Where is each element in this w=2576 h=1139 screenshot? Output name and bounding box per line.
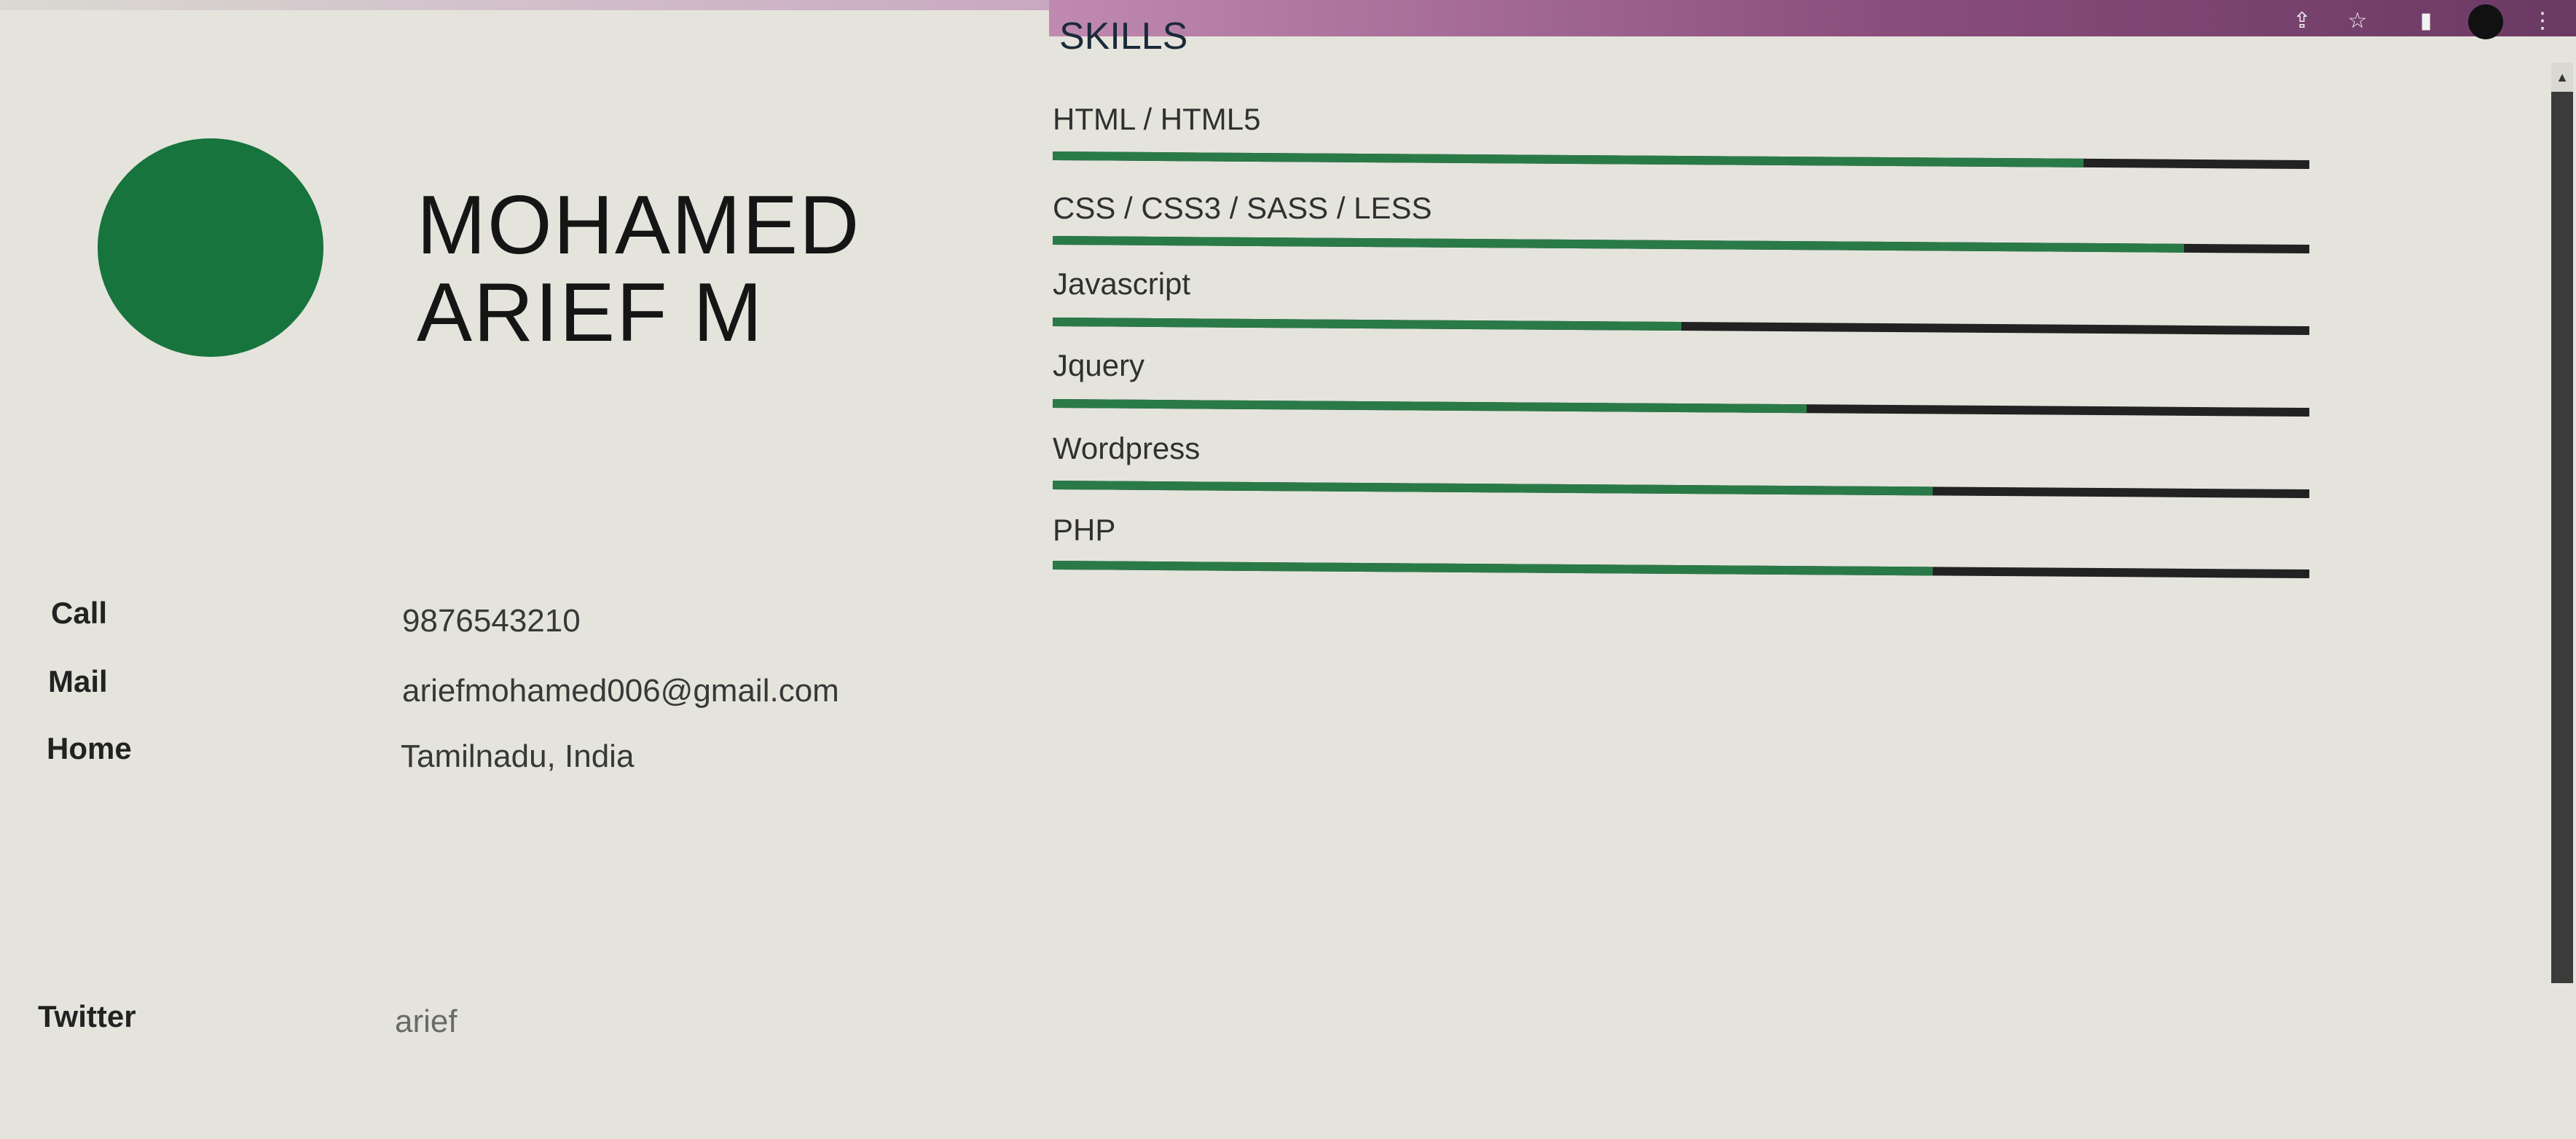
skill-label: Javascript bbox=[1053, 267, 1191, 301]
skill-php: PHP bbox=[1052, 513, 2313, 579]
skill-bar-track bbox=[1052, 481, 2309, 499]
skill-label: PHP bbox=[1053, 513, 1116, 547]
avatar bbox=[98, 138, 323, 357]
page-scrollbar[interactable] bbox=[2551, 66, 2573, 983]
profile-name: MOHAMED ARIEF M bbox=[417, 182, 860, 357]
skill-bar-track bbox=[1052, 399, 2309, 417]
scroll-up-arrow-icon[interactable]: ▲ bbox=[2551, 63, 2573, 92]
skill-label: CSS / CSS3 / SASS / LESS bbox=[1053, 191, 1432, 225]
browser-top-edge bbox=[0, 0, 1049, 10]
skill-bar-track bbox=[1052, 318, 2309, 336]
sidebar-icon[interactable]: ▮ bbox=[2411, 6, 2440, 35]
email-value[interactable]: ariefmohamed006@gmail.com bbox=[402, 673, 839, 709]
skill-label: HTML / HTML5 bbox=[1053, 102, 1261, 136]
first-name: MOHAMED bbox=[417, 179, 861, 272]
profile-avatar[interactable] bbox=[2468, 4, 2503, 39]
skill-bar-track bbox=[1052, 151, 2309, 170]
skill-bar-fill bbox=[1052, 481, 1933, 496]
skill-css: CSS / CSS3 / SASS / LESS bbox=[1052, 191, 2313, 254]
call-label: Call bbox=[51, 596, 108, 630]
skill-bar-fill bbox=[1052, 561, 1933, 576]
skill-bar-track bbox=[1052, 236, 2309, 254]
home-label: Home bbox=[47, 731, 132, 765]
skill-bar-track bbox=[1052, 561, 2309, 579]
home-value: Tamilnadu, India bbox=[401, 738, 635, 774]
skill-wordpress: Wordpress bbox=[1052, 431, 2313, 499]
skill-bar-fill bbox=[1052, 151, 2084, 168]
skill-bar-fill bbox=[1052, 318, 1681, 331]
skill-javascript: Javascript bbox=[1052, 267, 2313, 336]
skill-label: Wordpress bbox=[1053, 431, 1201, 465]
menu-icon[interactable]: ⋮ bbox=[2528, 6, 2557, 35]
last-name: ARIEF M bbox=[417, 267, 764, 359]
twitter-handle[interactable]: arief bbox=[395, 1004, 458, 1040]
skills-title: SKILLS bbox=[1059, 15, 1188, 58]
skill-label: Jquery bbox=[1053, 348, 1145, 382]
phone-value[interactable]: 9876543210 bbox=[402, 603, 581, 639]
skill-html: HTML / HTML5 bbox=[1052, 102, 2313, 170]
share-icon[interactable]: ⇪ bbox=[2288, 6, 2317, 35]
skill-bar-fill bbox=[1052, 236, 2184, 253]
star-icon[interactable]: ☆ bbox=[2343, 6, 2372, 35]
twitter-label: Twitter bbox=[38, 999, 136, 1033]
mail-label: Mail bbox=[48, 664, 108, 698]
skill-jquery: Jquery bbox=[1052, 348, 2313, 417]
skill-bar-fill bbox=[1052, 399, 1807, 414]
